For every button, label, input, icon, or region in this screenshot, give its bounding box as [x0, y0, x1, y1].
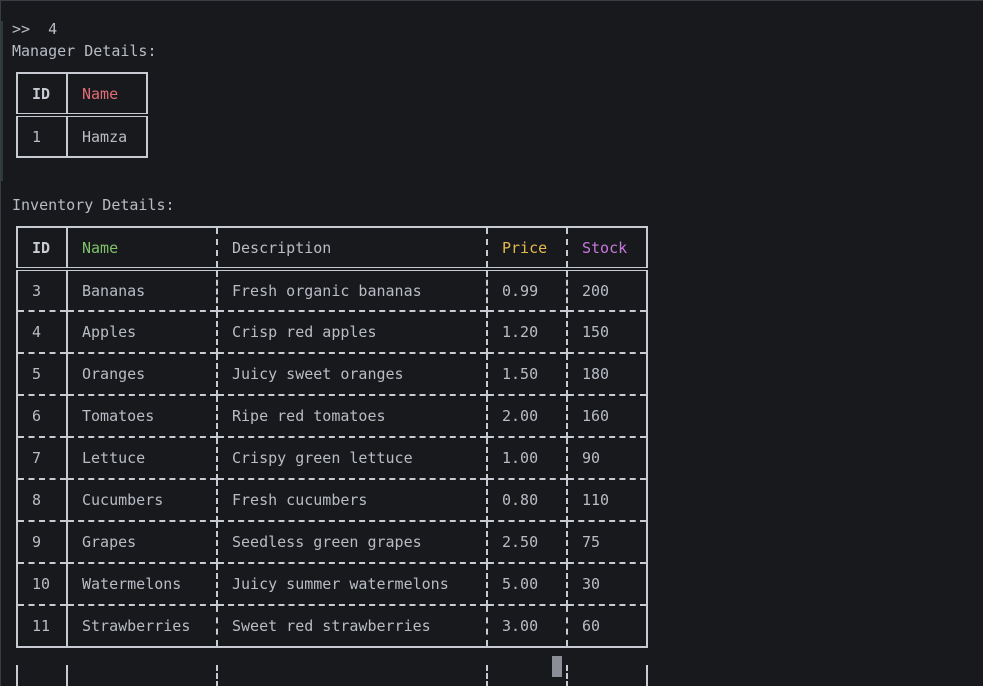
- cell-name: Bananas: [82, 281, 146, 300]
- cell-description: Fresh cucumbers: [216, 479, 487, 521]
- cell-stock: 90: [566, 437, 647, 479]
- column-divider: [66, 665, 68, 686]
- inventory-header-price: Price: [486, 227, 567, 269]
- column-divider: [486, 665, 488, 686]
- cell-name: Oranges: [82, 365, 146, 383]
- cell-price: 1.20: [486, 311, 567, 353]
- cell-description: Ripe red tomatoes: [216, 395, 487, 437]
- cell-description: Crispy green lettuce: [216, 437, 487, 479]
- table-row: 3 Bananas Fresh organic bananas 0.99 200: [17, 269, 647, 311]
- cell-description: Sweet red strawberries: [216, 605, 487, 647]
- cell-name: Tomatoes: [82, 407, 155, 425]
- cell-price: 3.00: [486, 605, 567, 647]
- manager-table-header-row: ID Name: [17, 73, 147, 115]
- inventory-header-description: Description: [216, 227, 487, 269]
- cell-description: Seedless green grapes: [216, 521, 487, 563]
- cell-price: 0.99: [486, 269, 567, 311]
- column-divider: [216, 665, 218, 686]
- cell-id: 10: [17, 563, 68, 605]
- cell-price: 2.00: [486, 395, 567, 437]
- table-row: 4 Apples Crisp red apples 1.20 150: [17, 311, 647, 353]
- manager-cell-id: 1: [17, 115, 68, 157]
- table-row: 5 Oranges Juicy sweet oranges 1.50 180: [17, 353, 647, 395]
- cell-id: 9: [17, 521, 68, 563]
- cell-name: Lettuce: [82, 449, 146, 467]
- cell-id: 5: [17, 353, 68, 395]
- cell-name: Cucumbers: [82, 491, 164, 509]
- table-row: 1 Hamza: [17, 115, 147, 157]
- cell-price: 1.00: [486, 437, 567, 479]
- cell-id: 4: [17, 311, 68, 353]
- cell-price: 2.50: [486, 521, 567, 563]
- table-row: 7 Lettuce Crispy green lettuce 1.00 90: [17, 437, 647, 479]
- cell-description: Juicy sweet oranges: [216, 353, 487, 395]
- cell-stock: 110: [566, 479, 647, 521]
- inventory-table-header-row: ID Name Description Price Stock: [17, 227, 647, 269]
- manager-header-id: ID: [17, 73, 68, 115]
- cell-name: Strawberries: [82, 617, 191, 635]
- cell-price: 0.80: [486, 479, 567, 521]
- cell-id: 8: [17, 479, 68, 521]
- cell-stock: 75: [566, 521, 647, 563]
- command-prompt-line: >> 4: [12, 20, 58, 38]
- cell-price: 5.00: [486, 563, 567, 605]
- table-row: 9 Grapes Seedless green grapes 2.50 75: [17, 521, 647, 563]
- text-cursor: [552, 656, 562, 677]
- table-row: 8 Cucumbers Fresh cucumbers 0.80 110: [17, 479, 647, 521]
- manager-cell-name: Hamza: [82, 127, 128, 146]
- cell-stock: 30: [566, 563, 647, 605]
- cell-id: 6: [17, 395, 68, 437]
- cell-description: Fresh organic bananas: [216, 269, 487, 311]
- manager-details-heading: Manager Details:: [12, 42, 157, 60]
- cell-stock: 180: [566, 353, 647, 395]
- cell-description: Crisp red apples: [216, 311, 487, 353]
- cell-stock: 150: [566, 311, 647, 353]
- table-row: 10 Watermelons Juicy summer watermelons …: [17, 563, 647, 605]
- inventory-table: ID Name Description Price Stock 3 Banana…: [16, 226, 648, 648]
- column-divider: [566, 665, 568, 686]
- inventory-header-stock: Stock: [566, 227, 647, 269]
- cell-price: 1.50: [486, 353, 567, 395]
- cell-stock: 160: [566, 395, 647, 437]
- window-edge-stripe: [1, 21, 3, 181]
- terminal-window[interactable]: >> 4 Manager Details: ID Name 1 Hamza In…: [0, 0, 983, 686]
- cell-stock: 200: [566, 269, 647, 311]
- cell-name: Apples: [82, 323, 137, 341]
- table-row: 6 Tomatoes Ripe red tomatoes 2.00 160: [17, 395, 647, 437]
- manager-header-name: Name: [82, 84, 119, 103]
- cell-description: Juicy summer watermelons: [216, 563, 487, 605]
- cell-id: 3: [17, 269, 68, 311]
- inventory-details-heading: Inventory Details:: [12, 196, 175, 214]
- inventory-header-id: ID: [17, 227, 68, 269]
- cell-stock: 60: [566, 605, 647, 647]
- table-row: 11 Strawberries Sweet red strawberries 3…: [17, 605, 647, 647]
- cell-name: Watermelons: [82, 575, 182, 593]
- manager-table: ID Name 1 Hamza: [16, 72, 148, 158]
- cell-id: 7: [17, 437, 68, 479]
- cell-id: 11: [17, 605, 68, 647]
- inventory-header-name: Name: [82, 238, 119, 257]
- cell-name: Grapes: [82, 533, 137, 551]
